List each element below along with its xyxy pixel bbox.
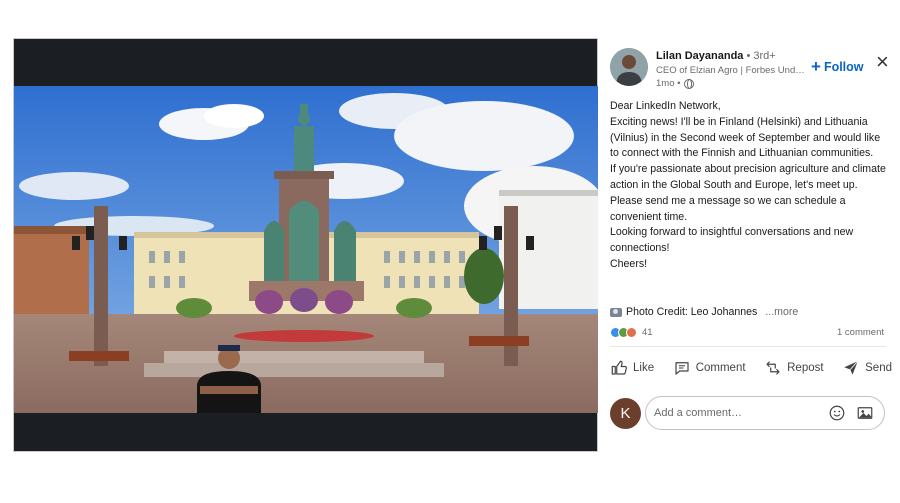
comment-box	[645, 396, 885, 430]
author-avatar[interactable]	[610, 48, 648, 86]
comment-icon	[675, 362, 689, 375]
divider	[610, 346, 886, 347]
repost-icon	[766, 361, 780, 375]
author-line: Lilan Dayananda • 3rd+	[656, 50, 776, 62]
post-paragraph: Looking forward to insightful conversati…	[610, 226, 854, 255]
close-icon[interactable]: ×	[876, 51, 889, 73]
current-user-avatar[interactable]: K	[610, 398, 641, 429]
send-icon	[844, 360, 859, 375]
photo-credit-text: Photo Credit: Leo Johannes	[626, 306, 758, 318]
photo-viewer	[13, 38, 599, 452]
post-paragraph: Dear LinkedIn Network,	[610, 100, 721, 112]
action-bar: Like Comment Repost Send	[610, 356, 892, 380]
comment-count[interactable]: 1 comment	[837, 327, 884, 338]
post-age: 1mo •	[656, 78, 681, 89]
comment-button[interactable]: Comment	[673, 359, 746, 377]
author-photo	[610, 48, 648, 86]
reactions-summary[interactable]: 41	[610, 327, 653, 338]
like-icon	[611, 360, 627, 375]
like-label: Like	[633, 362, 655, 374]
author-name[interactable]: Lilan Dayananda	[656, 50, 743, 62]
image-icon[interactable]	[856, 404, 874, 422]
comment-input[interactable]	[654, 407, 828, 419]
photo-credit: Photo Credit: Leo Johannes ...more	[610, 306, 798, 318]
emoji-icon[interactable]	[828, 404, 846, 422]
post-photo[interactable]	[14, 86, 599, 413]
post-detail-panel: Lilan Dayananda • 3rd+ CEO of Elzian Agr…	[598, 38, 898, 452]
globe-icon	[684, 78, 695, 89]
connection-degree: • 3rd+	[746, 50, 776, 62]
plus-icon: +	[811, 57, 821, 76]
follow-button[interactable]: + Follow	[811, 57, 864, 76]
follow-label: Follow	[823, 60, 864, 74]
post-body: Dear LinkedIn Network, Exciting news! I'…	[610, 99, 890, 273]
post-time: 1mo •	[656, 78, 695, 89]
comment-label: Comment	[695, 362, 746, 374]
see-more-link[interactable]: ...more	[765, 306, 798, 318]
camera-icon	[610, 307, 622, 317]
reaction-count: 41	[642, 327, 653, 338]
love-reaction-icon	[626, 327, 637, 338]
author-headline: CEO of Elzian Agro | Forbes Under 30	[656, 65, 806, 76]
post-paragraph: If you're passionate about precision agr…	[610, 163, 886, 223]
repost-label: Repost	[787, 362, 824, 374]
send-label: Send	[865, 362, 892, 374]
repost-button[interactable]: Repost	[764, 359, 824, 377]
like-button[interactable]: Like	[610, 359, 654, 377]
helsinki-square-photo	[14, 86, 599, 413]
send-button[interactable]: Send	[842, 359, 892, 377]
post-paragraph: Cheers!	[610, 257, 648, 270]
post-paragraph: Exciting news! I'll be in Finland (Helsi…	[610, 115, 881, 160]
